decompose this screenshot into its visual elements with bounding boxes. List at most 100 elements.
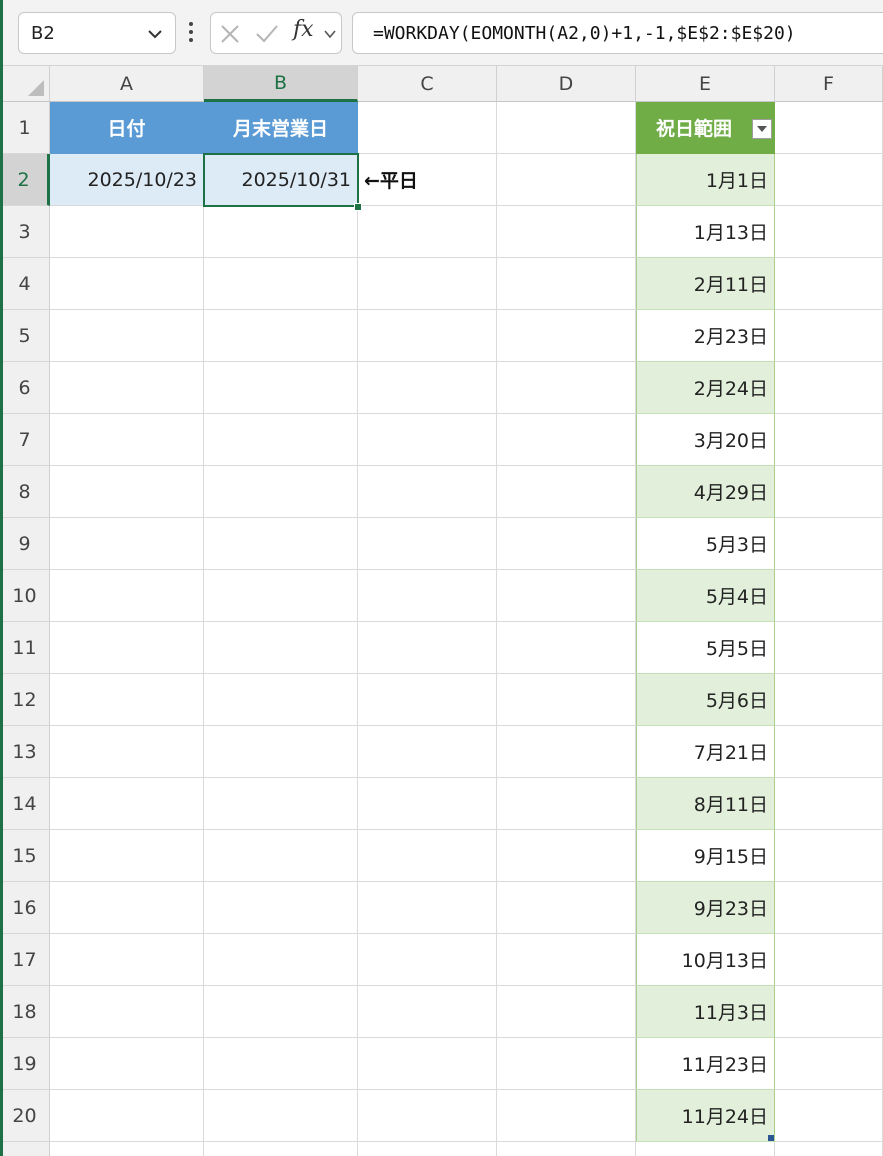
row-header-8[interactable]: 8 <box>0 466 50 518</box>
cell-d12[interactable] <box>497 674 636 726</box>
row-header-3[interactable]: 3 <box>0 206 50 258</box>
row-header-4[interactable]: 4 <box>0 258 50 310</box>
cell-c16[interactable] <box>358 882 497 934</box>
cell-c11[interactable] <box>358 622 497 674</box>
cell-f15[interactable] <box>775 830 883 882</box>
cell-a7[interactable] <box>50 414 204 466</box>
cell-e4[interactable]: 2月11日 <box>636 258 775 310</box>
cell-d5[interactable] <box>497 310 636 362</box>
cell-f3[interactable] <box>775 206 883 258</box>
cell-b11[interactable] <box>204 622 358 674</box>
row-header-1[interactable]: 1 <box>0 102 50 154</box>
cell-b9[interactable] <box>204 518 358 570</box>
column-header-f[interactable]: F <box>775 66 883 102</box>
cell-b3[interactable] <box>204 206 358 258</box>
cell-d7[interactable] <box>497 414 636 466</box>
cell-e11[interactable]: 5月5日 <box>636 622 775 674</box>
row-header-12[interactable]: 12 <box>0 674 50 726</box>
cell-e9[interactable]: 5月3日 <box>636 518 775 570</box>
cancel-icon[interactable] <box>219 23 241 45</box>
cell-a4[interactable] <box>50 258 204 310</box>
cell-d21[interactable] <box>497 1142 636 1156</box>
cell-a6[interactable] <box>50 362 204 414</box>
row-header-20[interactable]: 20 <box>0 1090 50 1142</box>
cell-b13[interactable] <box>204 726 358 778</box>
cell-d2[interactable] <box>497 154 636 206</box>
cell-b18[interactable] <box>204 986 358 1038</box>
cell-f11[interactable] <box>775 622 883 674</box>
cell-b17[interactable] <box>204 934 358 986</box>
cell-a2[interactable]: 2025/10/23 <box>50 154 204 206</box>
name-box[interactable]: B2 <box>18 12 176 54</box>
chevron-down-icon[interactable] <box>147 27 163 41</box>
cell-d18[interactable] <box>497 986 636 1038</box>
row-header-9[interactable]: 9 <box>0 518 50 570</box>
cell-e7[interactable]: 3月20日 <box>636 414 775 466</box>
cell-f17[interactable] <box>775 934 883 986</box>
cell-e2[interactable]: 1月1日 <box>636 154 775 206</box>
cell-c9[interactable] <box>358 518 497 570</box>
cell-d14[interactable] <box>497 778 636 830</box>
cell-d15[interactable] <box>497 830 636 882</box>
cell-e16[interactable]: 9月23日 <box>636 882 775 934</box>
cell-e20[interactable]: 11月24日 <box>636 1090 775 1142</box>
cell-f2[interactable] <box>775 154 883 206</box>
cell-a1[interactable]: 日付 <box>50 102 204 154</box>
cell-c5[interactable] <box>358 310 497 362</box>
cell-f13[interactable] <box>775 726 883 778</box>
row-header-15[interactable]: 15 <box>0 830 50 882</box>
cell-e12[interactable]: 5月6日 <box>636 674 775 726</box>
cell-e18[interactable]: 11月3日 <box>636 986 775 1038</box>
cell-b6[interactable] <box>204 362 358 414</box>
formula-input[interactable]: =WORKDAY(EOMONTH(A2,0)+1,-1,$E$2:$E$20) <box>352 12 883 54</box>
cell-a19[interactable] <box>50 1038 204 1090</box>
cell-b20[interactable] <box>204 1090 358 1142</box>
insert-function-button[interactable]: fx <box>293 17 314 42</box>
cell-f21[interactable] <box>775 1142 883 1156</box>
cell-f19[interactable] <box>775 1038 883 1090</box>
cell-a3[interactable] <box>50 206 204 258</box>
cell-b21[interactable] <box>204 1142 358 1156</box>
row-header-5[interactable]: 5 <box>0 310 50 362</box>
cell-c2[interactable]: ←平日 <box>358 154 497 206</box>
column-header-d[interactable]: D <box>497 66 636 102</box>
cell-c18[interactable] <box>358 986 497 1038</box>
cell-b2[interactable]: 2025/10/31 <box>204 154 358 206</box>
cell-b19[interactable] <box>204 1038 358 1090</box>
cell-f10[interactable] <box>775 570 883 622</box>
row-header-6[interactable]: 6 <box>0 362 50 414</box>
row-header-16[interactable]: 16 <box>0 882 50 934</box>
cell-f9[interactable] <box>775 518 883 570</box>
cell-a18[interactable] <box>50 986 204 1038</box>
cell-a20[interactable] <box>50 1090 204 1142</box>
cell-c1[interactable] <box>358 102 497 154</box>
cell-d10[interactable] <box>497 570 636 622</box>
cell-b16[interactable] <box>204 882 358 934</box>
column-header-e[interactable]: E <box>636 66 775 102</box>
cell-c3[interactable] <box>358 206 497 258</box>
cell-d11[interactable] <box>497 622 636 674</box>
select-all-button[interactable] <box>0 66 50 102</box>
cell-d13[interactable] <box>497 726 636 778</box>
cell-a21[interactable] <box>50 1142 204 1156</box>
cell-c15[interactable] <box>358 830 497 882</box>
row-header-17[interactable]: 17 <box>0 934 50 986</box>
cell-c17[interactable] <box>358 934 497 986</box>
cell-c13[interactable] <box>358 726 497 778</box>
cell-a12[interactable] <box>50 674 204 726</box>
cell-a9[interactable] <box>50 518 204 570</box>
cell-c14[interactable] <box>358 778 497 830</box>
cell-e10[interactable]: 5月4日 <box>636 570 775 622</box>
more-options-icon[interactable] <box>186 20 196 46</box>
cell-d3[interactable] <box>497 206 636 258</box>
row-header-18[interactable]: 18 <box>0 986 50 1038</box>
row-header-13[interactable]: 13 <box>0 726 50 778</box>
cell-b4[interactable] <box>204 258 358 310</box>
cell-e6[interactable]: 2月24日 <box>636 362 775 414</box>
row-header-11[interactable]: 11 <box>0 622 50 674</box>
cell-c21[interactable] <box>358 1142 497 1156</box>
cell-b12[interactable] <box>204 674 358 726</box>
cell-f16[interactable] <box>775 882 883 934</box>
cell-e5[interactable]: 2月23日 <box>636 310 775 362</box>
cell-d19[interactable] <box>497 1038 636 1090</box>
